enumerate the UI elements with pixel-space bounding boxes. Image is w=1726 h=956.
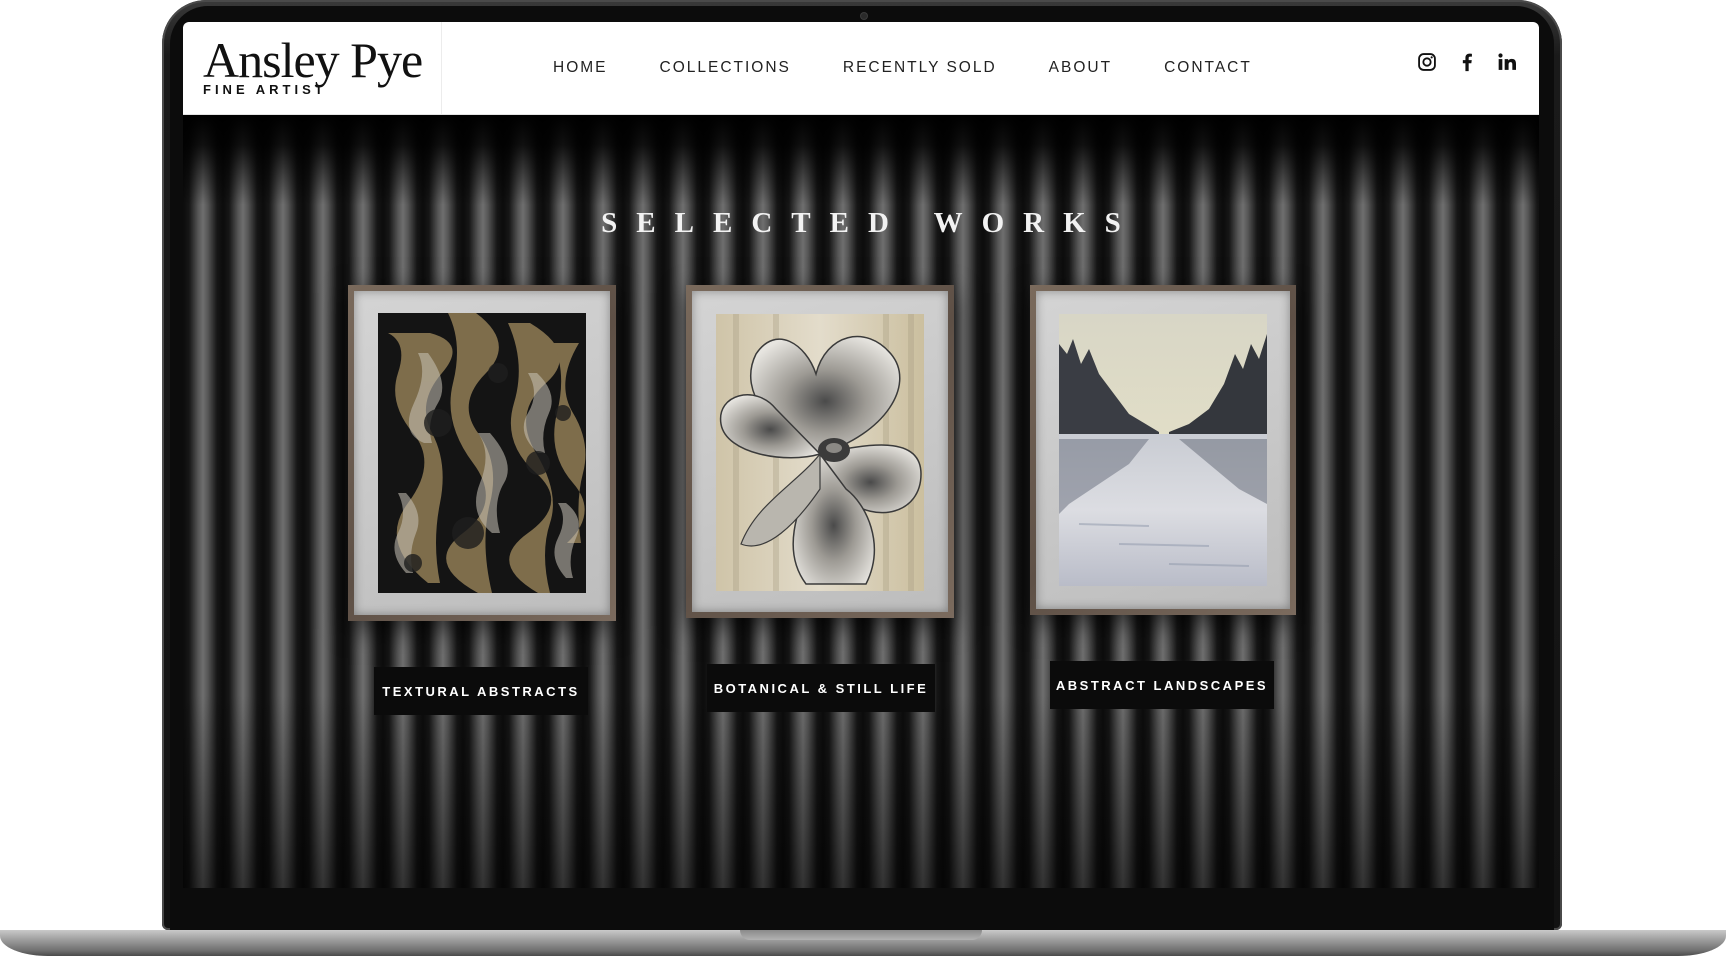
nav-item-about[interactable]: ABOUT — [1049, 59, 1112, 77]
main-nav: HOME COLLECTIONS RECENTLY SOLD ABOUT CON… — [553, 22, 1252, 114]
nav-item-home[interactable]: HOME — [553, 59, 608, 77]
section-title: SELECTED WORKS — [601, 207, 1140, 239]
nav-item-collections[interactable]: COLLECTIONS — [660, 59, 791, 77]
website-screen: Ansley Pye FINE ARTIST HOME COLLECTIONS … — [183, 22, 1539, 888]
artwork-botanical[interactable] — [686, 285, 954, 618]
landscape-painting — [1059, 314, 1267, 586]
facebook-icon[interactable] — [1455, 50, 1479, 74]
social-links — [1415, 50, 1519, 74]
botanical-poppy-painting — [716, 314, 924, 591]
artwork-landscape[interactable] — [1030, 285, 1296, 615]
logo-tagline: FINE ARTIST — [203, 82, 327, 97]
instagram-icon[interactable] — [1415, 50, 1439, 74]
artwork-textural-abstract[interactable] — [348, 285, 616, 621]
logo-name: Ansley Pye — [203, 32, 423, 88]
textural-abstracts-button[interactable]: TEXTURAL ABSTRACTS — [374, 667, 588, 715]
abstract-landscapes-button[interactable]: ABSTRACT LANDSCAPES — [1050, 661, 1274, 709]
nav-item-recently-sold[interactable]: RECENTLY SOLD — [843, 59, 997, 77]
textural-abstract-painting — [378, 313, 586, 593]
nav-item-contact[interactable]: CONTACT — [1164, 59, 1252, 77]
site-logo[interactable]: Ansley Pye FINE ARTIST — [183, 22, 442, 114]
laptop-notch — [740, 930, 982, 940]
camera-icon — [861, 13, 867, 19]
selected-works-section: SELECTED WORKS TEXTURAL ABSTRACTS BOTANI… — [183, 115, 1539, 888]
linkedin-icon[interactable] — [1495, 50, 1519, 74]
site-header: Ansley Pye FINE ARTIST HOME COLLECTIONS … — [183, 22, 1539, 115]
botanical-still-life-button[interactable]: BOTANICAL & STILL LIFE — [707, 664, 935, 712]
